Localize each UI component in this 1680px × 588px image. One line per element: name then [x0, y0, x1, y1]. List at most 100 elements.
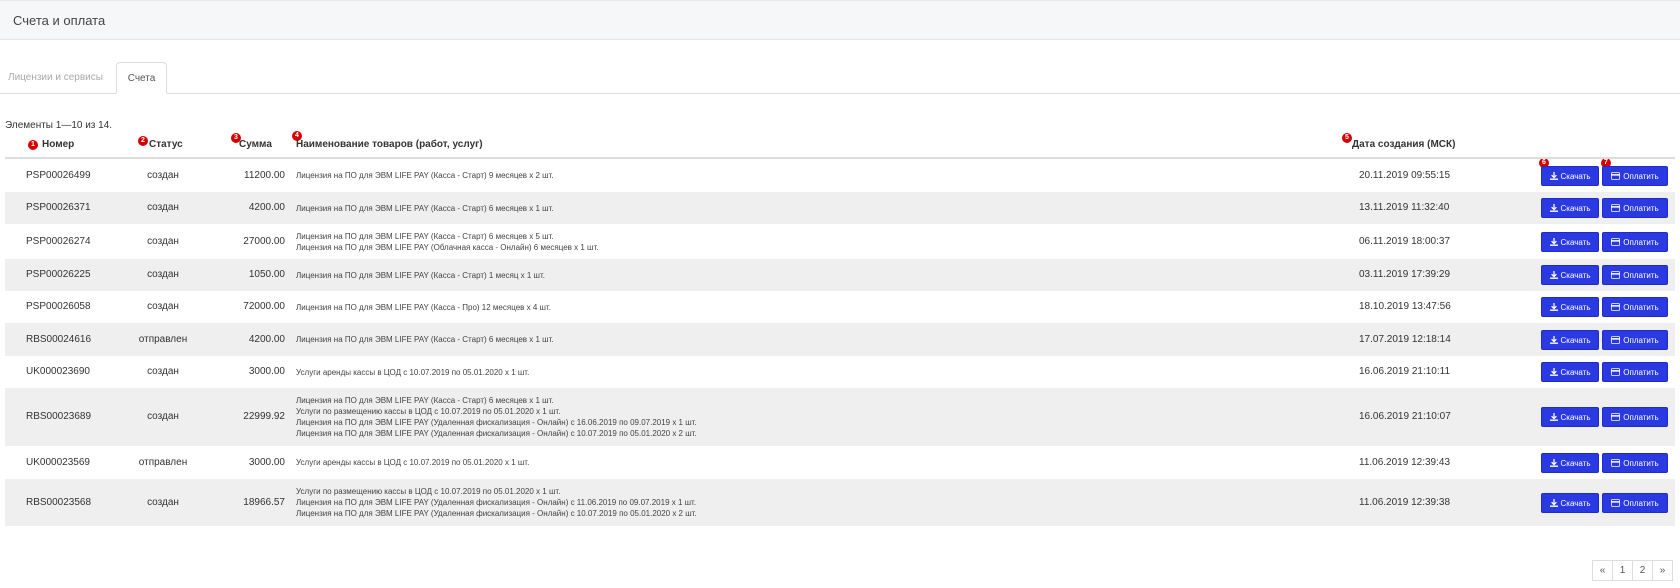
pay-button[interactable]: Оплатить: [1602, 362, 1668, 382]
page-title: Счета и оплата: [13, 13, 106, 28]
invoice-sum: 27000.00: [243, 235, 285, 247]
invoice-items: Лицензия на ПО для ЭВМ LIFE PAY (Касса -…: [296, 170, 554, 181]
marker-2: 2: [138, 136, 148, 146]
table-row: PSP00026225 создан 1050.00 Лицензия на ПО д…: [5, 259, 1675, 291]
column-header-sum[interactable]: Сумма: [239, 139, 272, 150]
invoice-date: 20.11.2019 09:55:15: [1359, 169, 1451, 181]
column-header-name[interactable]: Наименование товаров (работ, услуг): [296, 139, 483, 150]
tab-invoices[interactable]: Счета: [116, 62, 167, 94]
pay-label: Оплатить: [1623, 237, 1659, 247]
invoice-sum: 3000.00: [248, 456, 285, 468]
pay-button[interactable]: Оплатить: [1602, 452, 1668, 473]
pay-button[interactable]: Оплатить: [1602, 297, 1668, 317]
download-icon: [1549, 171, 1558, 180]
invoice-number: RBS00023568: [26, 496, 92, 508]
invoice-items: Лицензия на ПО для ЭВМ LIFE PAY (Касса -…: [296, 334, 554, 345]
invoice-date: 11.06.2019 12:39:38: [1359, 496, 1451, 508]
download-button[interactable]: Скачать: [1541, 198, 1599, 218]
download-label: Скачать: [1560, 204, 1591, 213]
credit-card-icon: [1611, 204, 1621, 212]
invoice-date: 11.06.2019 12:39:43: [1359, 456, 1451, 468]
download-button[interactable]: Скачать: [1541, 362, 1599, 382]
pay-button[interactable]: Оплатить: [1602, 231, 1668, 252]
invoice-number: PSP00026274: [26, 235, 91, 247]
table-row: PSP00026274 создан 27000.00 Лицензия на ПО …: [5, 224, 1675, 259]
download-button[interactable]: Скачать: [1541, 265, 1599, 285]
download-icon: [1549, 368, 1558, 376]
pay-button[interactable]: Оплатить: [1602, 329, 1668, 350]
invoice-number: RBS00023689: [26, 411, 92, 422]
download-button[interactable]: Скачать: [1541, 407, 1599, 427]
table-row: PSP00026499 создан 11200.00 Лицензия на ПО …: [5, 159, 1675, 192]
table-row: PSP00026371 создан 4200.00 Лицензия на ПО д…: [5, 192, 1675, 224]
download-icon: [1549, 335, 1558, 344]
credit-card-icon: [1611, 368, 1621, 376]
invoice-date: 16.06.2019 21:10:11: [1359, 366, 1451, 377]
invoice-sum: 11200.00: [244, 169, 285, 181]
invoice-number: RBS00024616: [26, 333, 92, 345]
invoice-sum: 4200.00: [248, 202, 285, 213]
download-icon: [1549, 303, 1558, 311]
download-label: Скачать: [1560, 368, 1591, 377]
invoice-date: 13.11.2019 11:32:40: [1359, 202, 1450, 213]
download-label: Скачать: [1560, 171, 1591, 181]
download-button[interactable]: Скачать: [1541, 492, 1599, 513]
column-header-status[interactable]: Статус: [149, 139, 183, 150]
pay-label: Оплатить: [1623, 204, 1659, 213]
pay-label: Оплатить: [1623, 335, 1659, 345]
download-label: Скачать: [1560, 335, 1591, 345]
invoice-item: Лицензия на ПО для ЭВМ LIFE PAY (Удаленн…: [296, 418, 697, 427]
invoice-items: Лицензия на ПО для ЭВМ LIFE PAY (Касса -…: [296, 395, 697, 439]
download-button[interactable]: Скачать: [1541, 452, 1599, 473]
invoice-number: PSP00026371: [26, 202, 91, 213]
invoice-item: Услуги по размещению кассы в ЦОД с 10.07…: [296, 407, 561, 416]
pay-button[interactable]: Оплатить: [1602, 198, 1668, 218]
credit-card-icon: [1611, 458, 1621, 467]
column-header-number[interactable]: Номер: [42, 139, 74, 150]
invoice-item: Услуги аренды кассы в ЦОД с 10.07.2019 п…: [296, 367, 530, 377]
invoice-item: Услуги по размещению кассы в ЦОД с 10.07…: [296, 487, 561, 496]
column-header-date[interactable]: Дата создания (МСК): [1352, 139, 1455, 150]
marker-5: 5: [1342, 133, 1352, 143]
invoice-number: UK000023569: [26, 456, 90, 468]
pay-button[interactable]: Оплатить: [1602, 407, 1668, 427]
download-label: Скачать: [1560, 303, 1591, 312]
pay-button[interactable]: Оплатить: [1602, 165, 1668, 186]
download-button[interactable]: Скачать: [1541, 231, 1599, 252]
pay-label: Оплатить: [1623, 498, 1659, 508]
credit-card-icon: [1611, 171, 1621, 180]
invoice-date: 16.06.2019 21:10:07: [1359, 411, 1451, 422]
download-label: Скачать: [1560, 237, 1591, 247]
invoice-date: 18.10.2019 13:47:56: [1359, 301, 1451, 312]
pay-button[interactable]: Оплатить: [1602, 265, 1668, 285]
invoice-item: Лицензия на ПО для ЭВМ LIFE PAY (Касса -…: [296, 231, 554, 241]
page-next-button[interactable]: »: [1652, 560, 1673, 581]
invoice-sum: 4200.00: [248, 333, 285, 345]
invoice-date: 17.07.2019 12:18:14: [1359, 333, 1451, 345]
download-button[interactable]: Скачать: [1541, 297, 1599, 317]
items-summary: Элементы 1—10 из 14.: [5, 120, 113, 131]
table-row: RBS00023568 создан 18966.57 Услуги по разме…: [5, 479, 1675, 526]
invoice-date: 06.11.2019 18:00:37: [1359, 235, 1451, 247]
invoice-items: Лицензия на ПО для ЭВМ LIFE PAY (Касса -…: [296, 231, 598, 253]
page-prev-button[interactable]: «: [1592, 560, 1613, 581]
download-button[interactable]: Скачать: [1541, 329, 1599, 350]
download-label: Скачать: [1560, 458, 1591, 468]
page-1-button[interactable]: 1: [1612, 560, 1633, 581]
invoice-item: Услуги аренды кассы в ЦОД с 10.07.2019 п…: [296, 458, 530, 467]
download-button[interactable]: Скачать: [1541, 165, 1599, 186]
invoice-date: 03.11.2019 17:39:29: [1359, 269, 1451, 280]
table-row: UK000023569 отправлен 3000.00 Услуги аренды…: [5, 446, 1675, 479]
invoice-item: Лицензия на ПО для ЭВМ LIFE PAY (Касса -…: [296, 335, 554, 344]
pay-label: Оплатить: [1623, 171, 1659, 181]
invoice-item: Лицензия на ПО для ЭВМ LIFE PAY (Касса -…: [296, 302, 551, 312]
tab-licenses[interactable]: Лицензии и сервисы: [0, 62, 111, 93]
pay-button[interactable]: Оплатить: [1602, 492, 1668, 513]
marker-1: 1: [28, 140, 38, 150]
pagination: « 1 2 »: [1592, 560, 1673, 581]
table-row: RBS00023689 создан 22999.92 Лицензия на ПО …: [5, 388, 1675, 446]
invoice-sum: 72000.00: [243, 301, 285, 312]
pay-label: Оплатить: [1623, 413, 1659, 422]
pay-label: Оплатить: [1623, 368, 1659, 377]
page-2-button[interactable]: 2: [1632, 560, 1653, 581]
